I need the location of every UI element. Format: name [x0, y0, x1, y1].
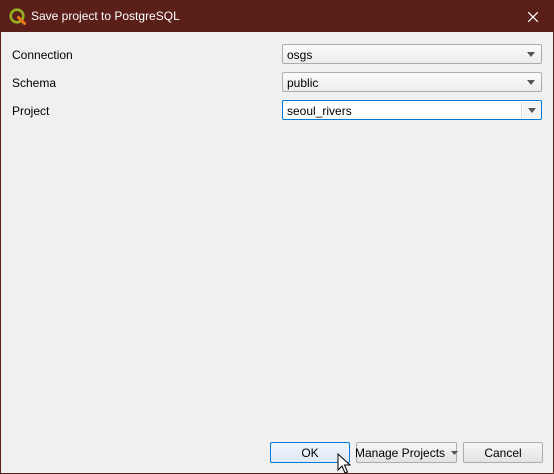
schema-select[interactable]: public — [282, 72, 542, 92]
connection-label: Connection — [12, 48, 73, 62]
connection-value: osgs — [287, 48, 313, 62]
project-combo-input[interactable]: seoul_rivers — [282, 100, 542, 120]
title-bar: Save project to PostgreSQL — [1, 1, 553, 32]
window-title: Save project to PostgreSQL — [31, 9, 180, 23]
combo-divider — [521, 102, 522, 118]
ok-button-label: OK — [301, 445, 319, 460]
cancel-button[interactable]: Cancel — [463, 442, 543, 463]
cancel-button-label: Cancel — [484, 445, 522, 460]
close-button[interactable] — [513, 1, 553, 32]
save-project-dialog: Save project to PostgreSQL Connection os… — [0, 0, 554, 474]
manage-projects-button[interactable]: Manage Projects — [354, 442, 459, 463]
qgis-logo-icon — [9, 8, 26, 25]
chevron-down-icon — [521, 73, 541, 91]
project-label: Project — [12, 104, 50, 118]
schema-label: Schema — [12, 76, 57, 90]
project-value: seoul_rivers — [287, 104, 352, 118]
manage-projects-label: Manage Projects — [354, 445, 446, 460]
schema-value: public — [287, 76, 319, 90]
chevron-down-icon[interactable] — [523, 102, 541, 118]
close-icon — [528, 11, 538, 22]
chevron-down-icon — [451, 450, 459, 455]
mouse-cursor-icon — [337, 453, 351, 474]
connection-select[interactable]: osgs — [282, 44, 542, 64]
chevron-down-icon — [521, 45, 541, 63]
